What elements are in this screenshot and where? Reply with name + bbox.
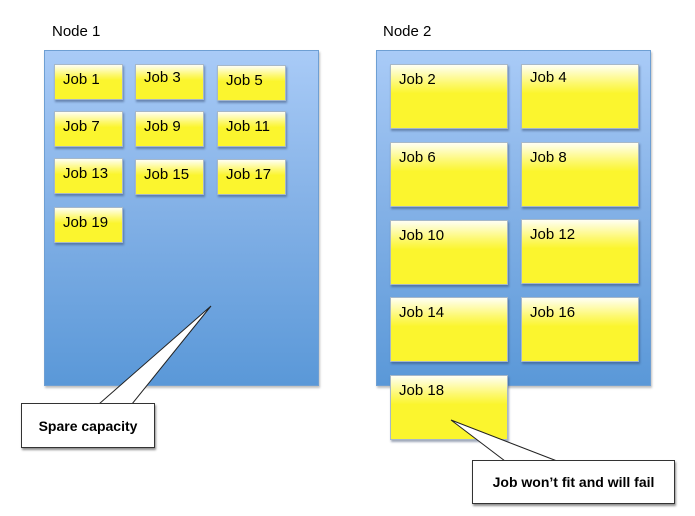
job-fail-pointer [450, 419, 558, 462]
spare-capacity-callout: Spare capacity [21, 403, 155, 448]
spare-capacity-pointer [97, 305, 212, 405]
job-fail-callout: Job won’t fit and will fail [472, 460, 675, 504]
